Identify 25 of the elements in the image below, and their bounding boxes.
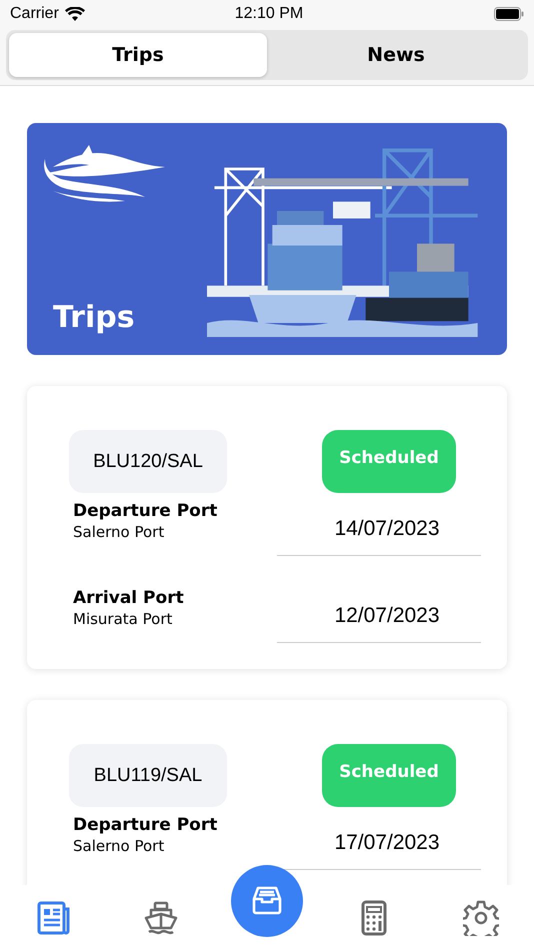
port-label: Arrival Port: [73, 588, 185, 608]
settings-icon: [462, 900, 498, 936]
carrier-label: Carrier: [10, 5, 59, 23]
trip-date: 12/07/2023: [334, 604, 440, 628]
status-badge: Scheduled: [322, 744, 456, 807]
port-label: Departure Port: [73, 815, 218, 835]
trip-card[interactable]: BLU119/SAL Scheduled Departure Port Salerno Port 17/07/2023: [27, 700, 507, 885]
wifi-icon: [64, 6, 85, 22]
ship-icon: [142, 900, 178, 936]
clock-time: 12:10 PM: [234, 5, 304, 23]
trip-date: 14/07/2023: [334, 517, 440, 541]
port-name: Salerno Port: [73, 523, 166, 541]
trip-card[interactable]: BLU120/SAL Scheduled Departure Port Salerno Port 14/07/2023 Arrival Port Misurata Port 12/07/2023: [27, 386, 507, 669]
port-label: Departure Port: [73, 501, 218, 521]
segment-tab[interactable]: News: [267, 33, 525, 77]
segment-tab[interactable]: Trips: [9, 33, 267, 77]
trip-code-chip: BLU119/SAL: [69, 744, 227, 807]
battery-icon: [494, 7, 524, 21]
status-badge: Scheduled: [322, 430, 456, 493]
port-name: Salerno Port: [73, 837, 166, 855]
port-name: Misurata Port: [73, 610, 174, 628]
newspaper-icon: [36, 900, 72, 936]
trip-date: 17/07/2023: [334, 831, 440, 855]
trip-code-chip: BLU120/SAL: [69, 430, 227, 493]
banner-title: Trips: [53, 300, 135, 335]
